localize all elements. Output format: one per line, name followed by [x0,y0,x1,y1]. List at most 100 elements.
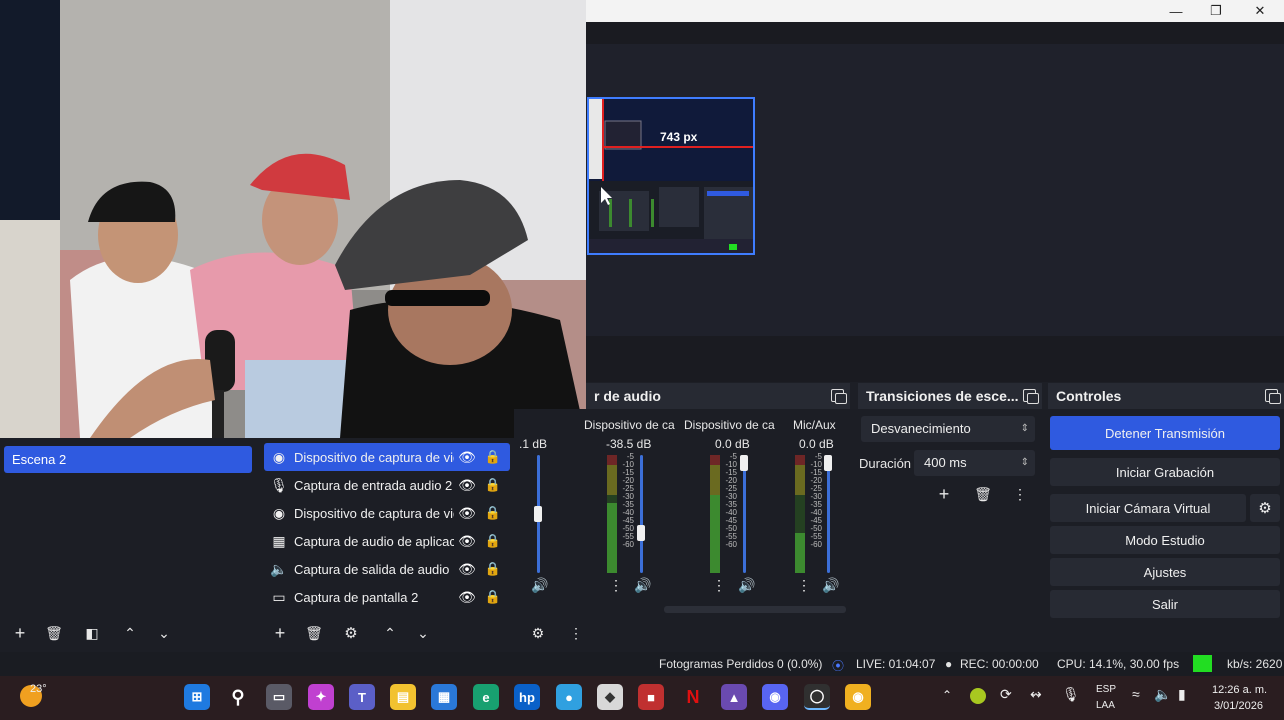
volume-fader-handle[interactable] [637,525,645,541]
minimize-icon[interactable]: — [1156,0,1196,22]
move-source-down-button[interactable]: ⌄ [409,620,437,646]
settings-button[interactable]: Ajustes [1050,558,1280,586]
visibility-eye-icon[interactable]: 👁 [454,589,480,606]
start-virtual-camera-button[interactable]: Iniciar Cámara Virtual [1050,494,1246,522]
battery-icon[interactable]: ▮ [1178,686,1186,703]
hp-icon[interactable]: hp [514,684,540,710]
visibility-eye-icon[interactable]: 👁 [454,477,480,494]
mixer-channel-name: Dispositivo de ca [684,418,775,432]
windows-start-icon[interactable]: ⊞ [184,684,210,710]
task-view-icon[interactable]: ▭ [266,684,292,710]
chevron-up-icon[interactable]: ⌃ [942,688,952,702]
screen-capture-source[interactable] [587,97,755,255]
source-item[interactable]: ◉ Dispositivo de captura de video 👁 🔒 [264,499,510,527]
move-scene-up-button[interactable]: ⌃ [116,620,144,646]
mixer-channel-name: Mic/Aux [793,418,836,432]
game-icon[interactable]: ■ [638,684,664,710]
volume-icon[interactable]: 🔈 [1154,686,1171,703]
tray-app-icon[interactable] [970,688,986,704]
source-item[interactable]: ▦ Captura de audio de aplicación 👁 🔒 [264,527,510,555]
visibility-eye-icon[interactable]: 👁 [454,533,480,550]
exit-button[interactable]: Salir [1050,590,1280,618]
studio-mode-button[interactable]: Modo Estudio [1050,526,1280,554]
scene-item[interactable]: Escena 2 [4,446,252,473]
volume-fader[interactable] [827,455,830,573]
obs-icon[interactable]: ◯ [804,684,830,710]
channel-menu-icon[interactable]: ⋮ [794,577,814,594]
add-source-button[interactable]: + [266,620,294,646]
remove-source-button[interactable]: 🗑 [300,620,328,646]
undock-icon[interactable] [1023,389,1039,404]
source-item[interactable]: 🎙 Captura de entrada audio 2 👁 🔒 [264,471,510,499]
volume-fader[interactable] [640,455,643,573]
duration-input[interactable]: 400 ms ⇕ [914,450,1035,476]
teams-icon[interactable]: T [349,684,375,710]
copilot-icon[interactable]: ✦ [308,684,334,710]
chrome-icon[interactable]: ◉ [845,684,871,710]
source-item[interactable]: ▭ Captura de pantalla 2 👁 🔒 [264,583,510,611]
keyboard-layout[interactable]: LAA [1096,700,1115,711]
advanced-audio-icon[interactable]: ⚙ [524,620,552,646]
browser-icon[interactable]: ● [556,684,582,710]
remove-transition-button[interactable]: 🗑 [969,481,997,507]
app-icon[interactable]: ◆ [597,684,623,710]
clock-time[interactable]: 12:26 a. m. [1212,684,1267,696]
file-explorer-icon[interactable]: ▤ [390,684,416,710]
app-icon[interactable]: ▲ [721,684,747,710]
lock-icon[interactable]: 🔒 [480,533,506,549]
source-item[interactable]: 🔈 Captura de salida de audio 👁 🔒 [264,555,510,583]
volume-icon[interactable]: 🔊 [737,577,757,594]
lock-icon[interactable]: 🔒 [480,477,506,493]
move-source-up-button[interactable]: ⌃ [376,620,404,646]
volume-icon[interactable]: 🔊 [530,577,550,594]
add-scene-button[interactable]: + [6,620,34,646]
lock-icon[interactable]: 🔒 [480,589,506,605]
record-dot-icon: ● [945,657,953,671]
netflix-icon[interactable]: N [680,684,706,710]
start-recording-button[interactable]: Iniciar Grabación [1050,458,1280,486]
channel-menu-icon[interactable]: ⋮ [606,577,626,594]
close-icon[interactable]: ✕ [1240,0,1280,22]
undock-icon[interactable] [1265,389,1281,404]
microphone-icon[interactable]: 🎙 [1062,686,1080,703]
restore-icon[interactable]: ❐ [1196,0,1236,22]
source-item[interactable]: ◉ Dispositivo de captura de video 👁 🔒 [264,443,510,471]
visibility-eye-icon[interactable]: 👁 [454,561,480,578]
add-transition-button[interactable]: + [930,481,958,507]
network-icon[interactable]: ↭ [1030,686,1042,703]
volume-fader-handle[interactable] [534,506,542,522]
clock-date[interactable]: 3/01/2026 [1214,700,1263,712]
volume-fader[interactable] [743,455,746,573]
store-icon[interactable]: ▦ [431,684,457,710]
transition-select-value: Desvanecimiento [871,421,971,436]
mixer-scrollbar[interactable] [664,606,846,613]
source-properties-button[interactable]: ⚙ [337,620,365,646]
edge-icon[interactable]: e [473,684,499,710]
undock-icon[interactable] [831,389,847,404]
mixer-menu-icon[interactable]: ⋮ [562,620,590,646]
discord-icon[interactable]: ◉ [762,684,788,710]
scene-filters-button[interactable]: ◧ [78,620,106,646]
move-scene-down-button[interactable]: ⌄ [150,620,178,646]
volume-fader-handle[interactable] [824,455,832,471]
volume-fader-handle[interactable] [740,455,748,471]
lock-icon[interactable]: 🔒 [480,449,506,465]
visibility-eye-icon[interactable]: 👁 [454,449,480,466]
remove-scene-button[interactable]: 🗑 [40,620,68,646]
lock-icon[interactable]: 🔒 [480,505,506,521]
stop-streaming-button[interactable]: Detener Transmisión [1050,416,1280,450]
wifi-icon[interactable]: ≈ [1132,686,1140,702]
volume-icon[interactable]: 🔊 [633,577,653,594]
transition-menu-icon[interactable]: ⋮ [1006,481,1034,507]
search-icon[interactable]: ⚲ [225,684,251,710]
language-indicator[interactable]: ESP [1096,684,1116,695]
source-label: Captura de pantalla 2 [294,589,419,605]
volume-icon[interactable]: 🔊 [821,577,841,594]
channel-menu-icon[interactable]: ⋮ [709,577,729,594]
virtual-camera-settings-icon[interactable]: ⚙ [1250,494,1280,522]
visibility-eye-icon[interactable]: 👁 [454,505,480,522]
stepper-icon[interactable]: ⇕ [1021,450,1029,476]
sync-icon[interactable]: ⟳ [1000,686,1012,703]
transition-select[interactable]: Desvanecimiento ⇕ [861,416,1035,442]
lock-icon[interactable]: 🔒 [480,561,506,577]
